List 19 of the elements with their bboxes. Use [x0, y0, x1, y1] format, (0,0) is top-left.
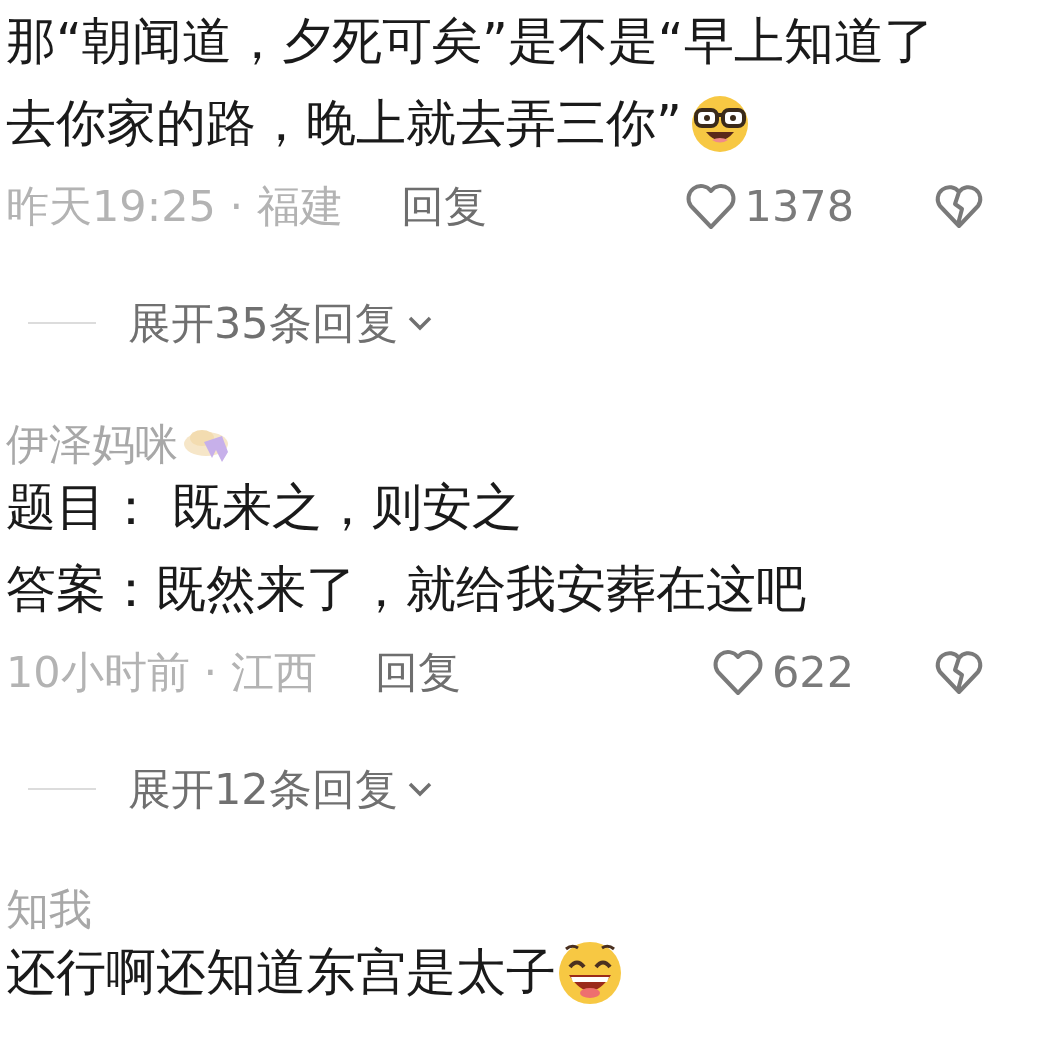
comment-text: 那“朝闻道，夕死可矣”是不是“早上知道了: [6, 11, 934, 72]
heart-icon[interactable]: [684, 181, 737, 231]
username: 知我: [6, 888, 92, 931]
like-count: 1378: [744, 179, 854, 233]
like-count: 622: [771, 645, 854, 699]
comment-text: 还行啊还知道东宫是太子: [6, 942, 556, 1003]
reply-link[interactable]: 回复: [400, 173, 487, 239]
broken-heart-icon[interactable]: [934, 182, 984, 230]
timestamp-location: 昨天19:25 · 福建: [6, 179, 343, 233]
broken-heart-icon[interactable]: [934, 648, 984, 696]
username: 伊泽妈咪: [6, 422, 178, 466]
timestamp-location: 10小时前 · 江西: [6, 645, 317, 699]
reply-link[interactable]: 回复: [374, 639, 461, 705]
comment-text: 去你家的路，晚上就去弄三你”: [6, 93, 682, 154]
expand-replies-button[interactable]: 展开12条回复: [128, 756, 434, 822]
comment-text: 答案：既然来了，就给我安葬在这吧: [6, 559, 806, 620]
expand-replies-button[interactable]: 展开35条回复: [128, 290, 434, 356]
comment-text: 题目： 既来之，则安之: [6, 477, 522, 538]
heart-icon[interactable]: [711, 647, 764, 697]
